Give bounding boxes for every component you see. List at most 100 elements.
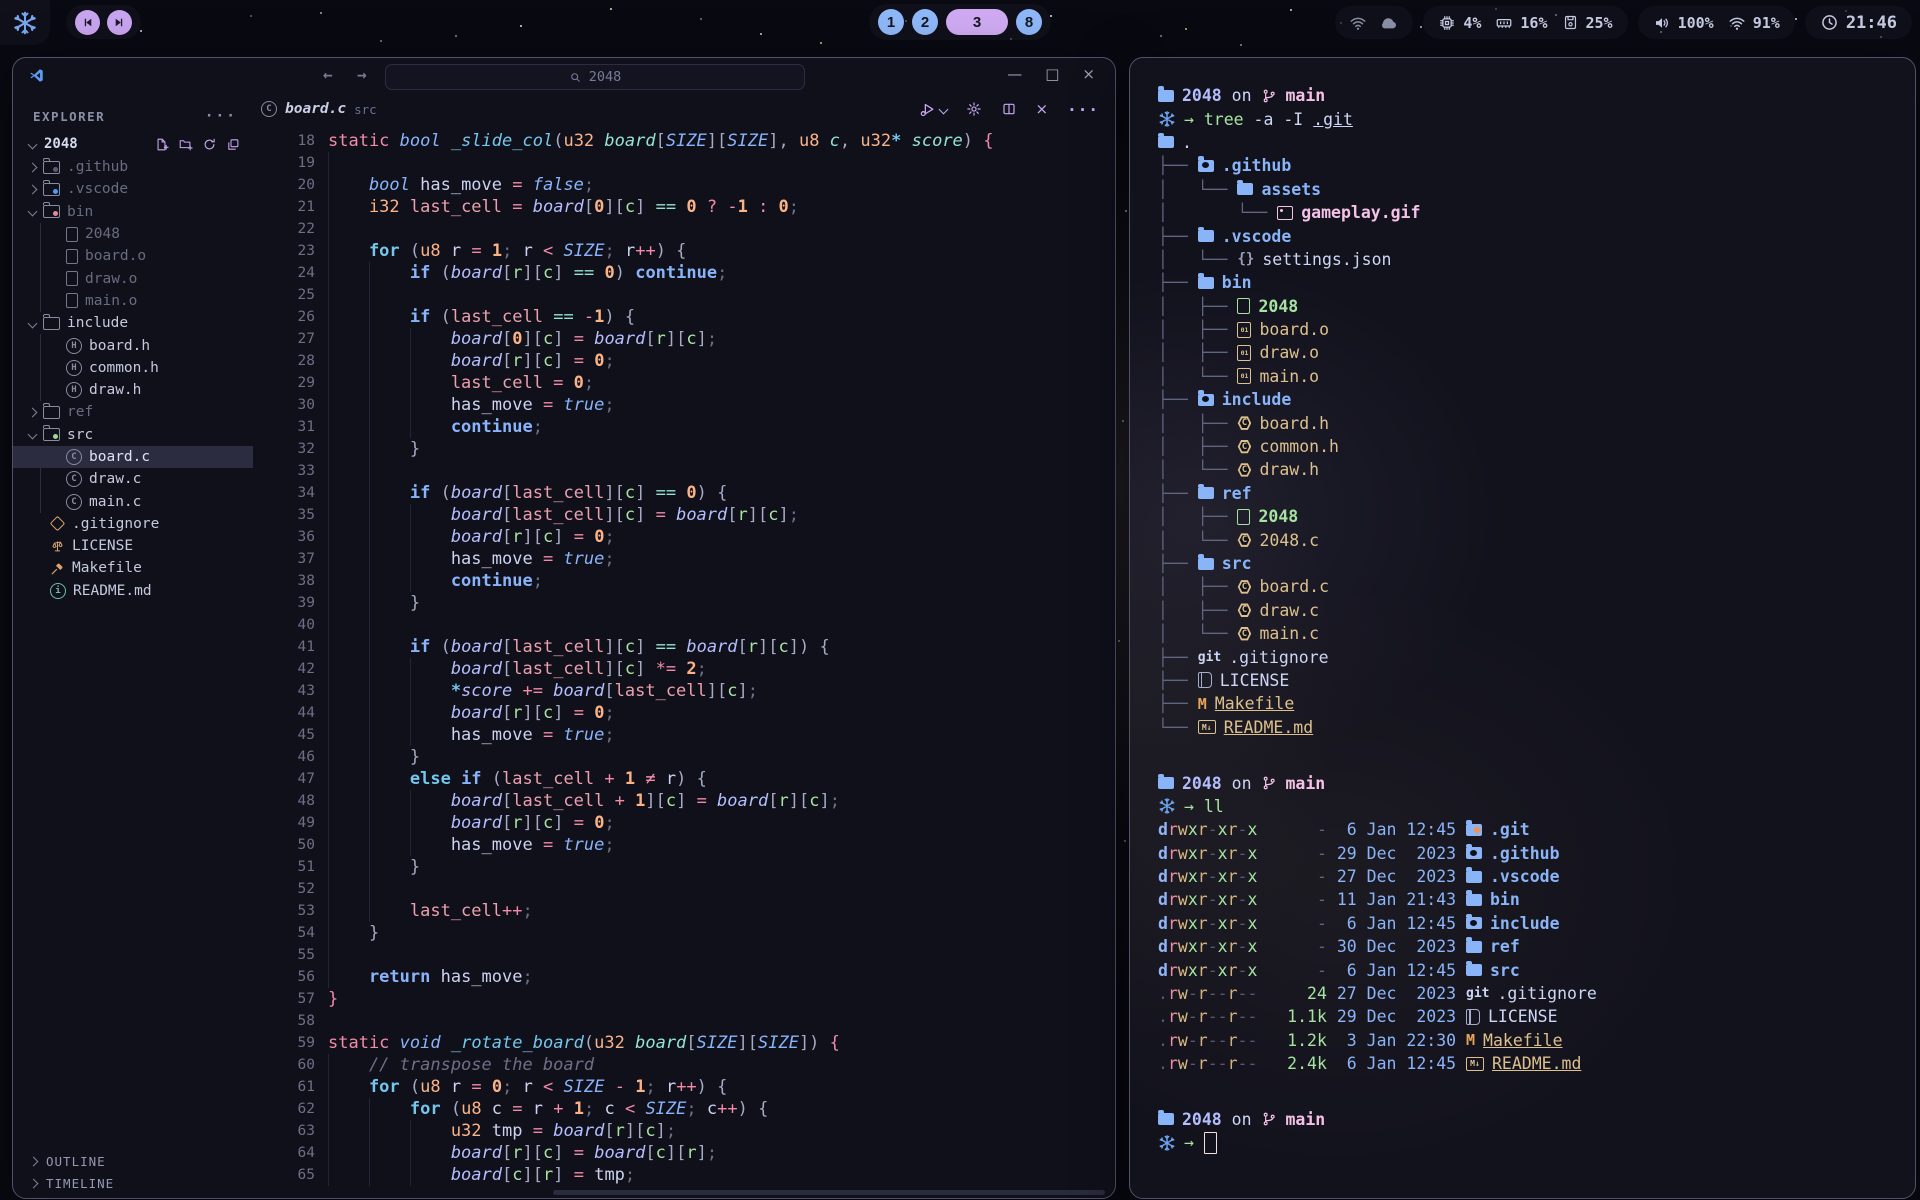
terminal-row: .rw-r--r-- 1.2k 3 Jan 22:30 MMakefile [1158,1029,1915,1052]
indent-guide [328,372,369,394]
explorer-item-boardh[interactable]: Hboard.h [13,334,253,356]
volume-icon[interactable] [1653,14,1671,32]
back-button[interactable]: ← [323,65,333,84]
explorer-item-gitignore[interactable]: .gitignore [13,513,253,535]
outline-section[interactable]: OUTLINE [13,1150,253,1172]
h-header-file-icon: H [66,338,82,354]
indent-guide [410,570,451,592]
code-text: } [328,438,420,460]
code-text: else if (last_cell + 1 ≠ r) { [328,768,707,790]
line-number: 23 [253,240,315,262]
terminal-row: . [1158,131,1915,154]
explorer-item-bin[interactable]: bin [13,201,253,223]
indent-guide [328,350,369,372]
explorer-item-src[interactable]: src [13,424,253,446]
wifi-icon[interactable] [1728,14,1746,32]
close-button[interactable]: × [1082,65,1095,83]
collapse-folders-button[interactable] [226,137,241,152]
explorer-item-include[interactable]: include [13,312,253,334]
indent-guide [369,526,410,548]
explorer-item-drawc[interactable]: Cdraw.c [13,468,253,490]
explorer-item-mainc[interactable]: Cmain.c [13,490,253,512]
minimize-button[interactable]: — [1007,65,1022,83]
explorer-more-icon[interactable]: ··· [205,108,237,124]
cloud-icon[interactable] [1379,13,1399,33]
new-folder-button[interactable] [178,137,193,152]
close-editor-button[interactable]: × [1036,100,1049,118]
explorer-item-boardc[interactable]: Cboard.c [13,446,253,468]
indent-guide [328,174,369,196]
item-label: include [67,315,128,331]
workspace-1[interactable]: 1 [878,9,904,35]
explorer-item-Makefile[interactable]: Makefile [13,557,253,579]
forward-button[interactable]: → [357,65,367,84]
nix-menu-button[interactable] [0,0,50,45]
item-label: draw.c [89,471,141,487]
indent-guide [369,658,410,680]
explorer-item-drawh[interactable]: Hdraw.h [13,379,253,401]
c-file-icon: C [1237,416,1251,430]
line-number: 47 [253,768,315,790]
terminal-window[interactable]: 2048 on main→ tree -a -I .git.├── .githu… [1129,57,1916,1199]
indent-guide [328,152,369,174]
terminal-row: drwxr-xr-x - 27 Dec 2023 .vscode [1158,865,1915,888]
explorer-item-2048[interactable]: 2048 [13,223,253,245]
more-actions-button[interactable]: ··· [1067,100,1099,119]
explorer-item-READMEmd[interactable]: iREADME.md [13,580,253,602]
code-line: 40 [253,614,1115,636]
terminal-row: │ └── Cdraw.h [1158,458,1915,481]
code-line: 54} [253,922,1115,944]
terminal-row: .rw-r--r-- 1.1k 29 Dec 2023 LICENSE [1158,1005,1915,1028]
indent-guide [328,394,369,416]
run-task-button[interactable] [919,101,947,118]
volume-network-pill: 100% 91% [1638,6,1795,39]
code-text: for (u8 r = 1; r < SIZE; r++) { [328,240,686,262]
explorer-item-commonh[interactable]: Hcommon.h [13,357,253,379]
folder-icon [1466,894,1482,906]
workspace-2[interactable]: 2 [912,9,938,35]
media-prev-button[interactable] [75,10,100,35]
line-number: 37 [253,548,315,570]
skip-forward-icon [113,16,126,29]
maximize-button[interactable]: □ [1045,65,1059,83]
code-line: 18static bool _slide_col(u32 board[SIZE]… [253,130,1115,152]
code-editor[interactable]: 18static bool _slide_col(u32 board[SIZE]… [253,124,1115,1198]
search-icon [569,71,582,84]
tab-board-c[interactable]: C board.c src [261,101,377,117]
item-label: main.c [89,494,141,510]
workspace-3[interactable]: 3 [946,9,1008,35]
timeline-section[interactable]: TIMELINE [13,1172,253,1194]
settings-gear-button[interactable] [966,101,982,117]
explorer-item-LICENSE[interactable]: LICENSE [13,535,253,557]
indent-guide [328,284,369,306]
line-number: 35 [253,504,315,526]
code-line: 64board[r][c] = board[c][r]; [253,1142,1115,1164]
workspace-8[interactable]: 8 [1016,9,1042,35]
explorer-item-github[interactable]: .github [13,156,253,178]
new-file-button[interactable] [154,137,169,152]
c-file-icon: C [261,101,277,117]
horizontal-scrollbar[interactable] [553,1190,1105,1195]
line-number: 26 [253,306,315,328]
makefile-icon: M [1466,1031,1475,1049]
ram-icon [1495,14,1513,32]
explorer-item-ref[interactable]: ref [13,401,253,423]
code-text: // transpose the board [328,1054,594,1076]
line-number: 43 [253,680,315,702]
explorer-item-vscode[interactable]: .vscode [13,178,253,200]
license-book-icon [1198,672,1212,688]
markdown-icon: M↓ [1198,720,1216,734]
explorer-item-drawo[interactable]: draw.o [13,267,253,289]
line-number: 40 [253,614,315,636]
wifi-status-icon[interactable] [1349,14,1367,32]
code-line: 41if (board[last_cell][c] == board[r][c]… [253,636,1115,658]
explorer-root-folder[interactable]: 2048 [13,132,253,156]
license-book-icon [1466,1009,1480,1025]
explorer-item-boardo[interactable]: board.o [13,245,253,267]
command-center-search[interactable]: 2048 [385,64,805,90]
indent-guide [369,614,410,636]
split-editor-button[interactable] [1001,101,1017,117]
refresh-explorer-button[interactable] [202,137,217,152]
media-next-button[interactable] [107,10,132,35]
explorer-item-maino[interactable]: main.o [13,290,253,312]
